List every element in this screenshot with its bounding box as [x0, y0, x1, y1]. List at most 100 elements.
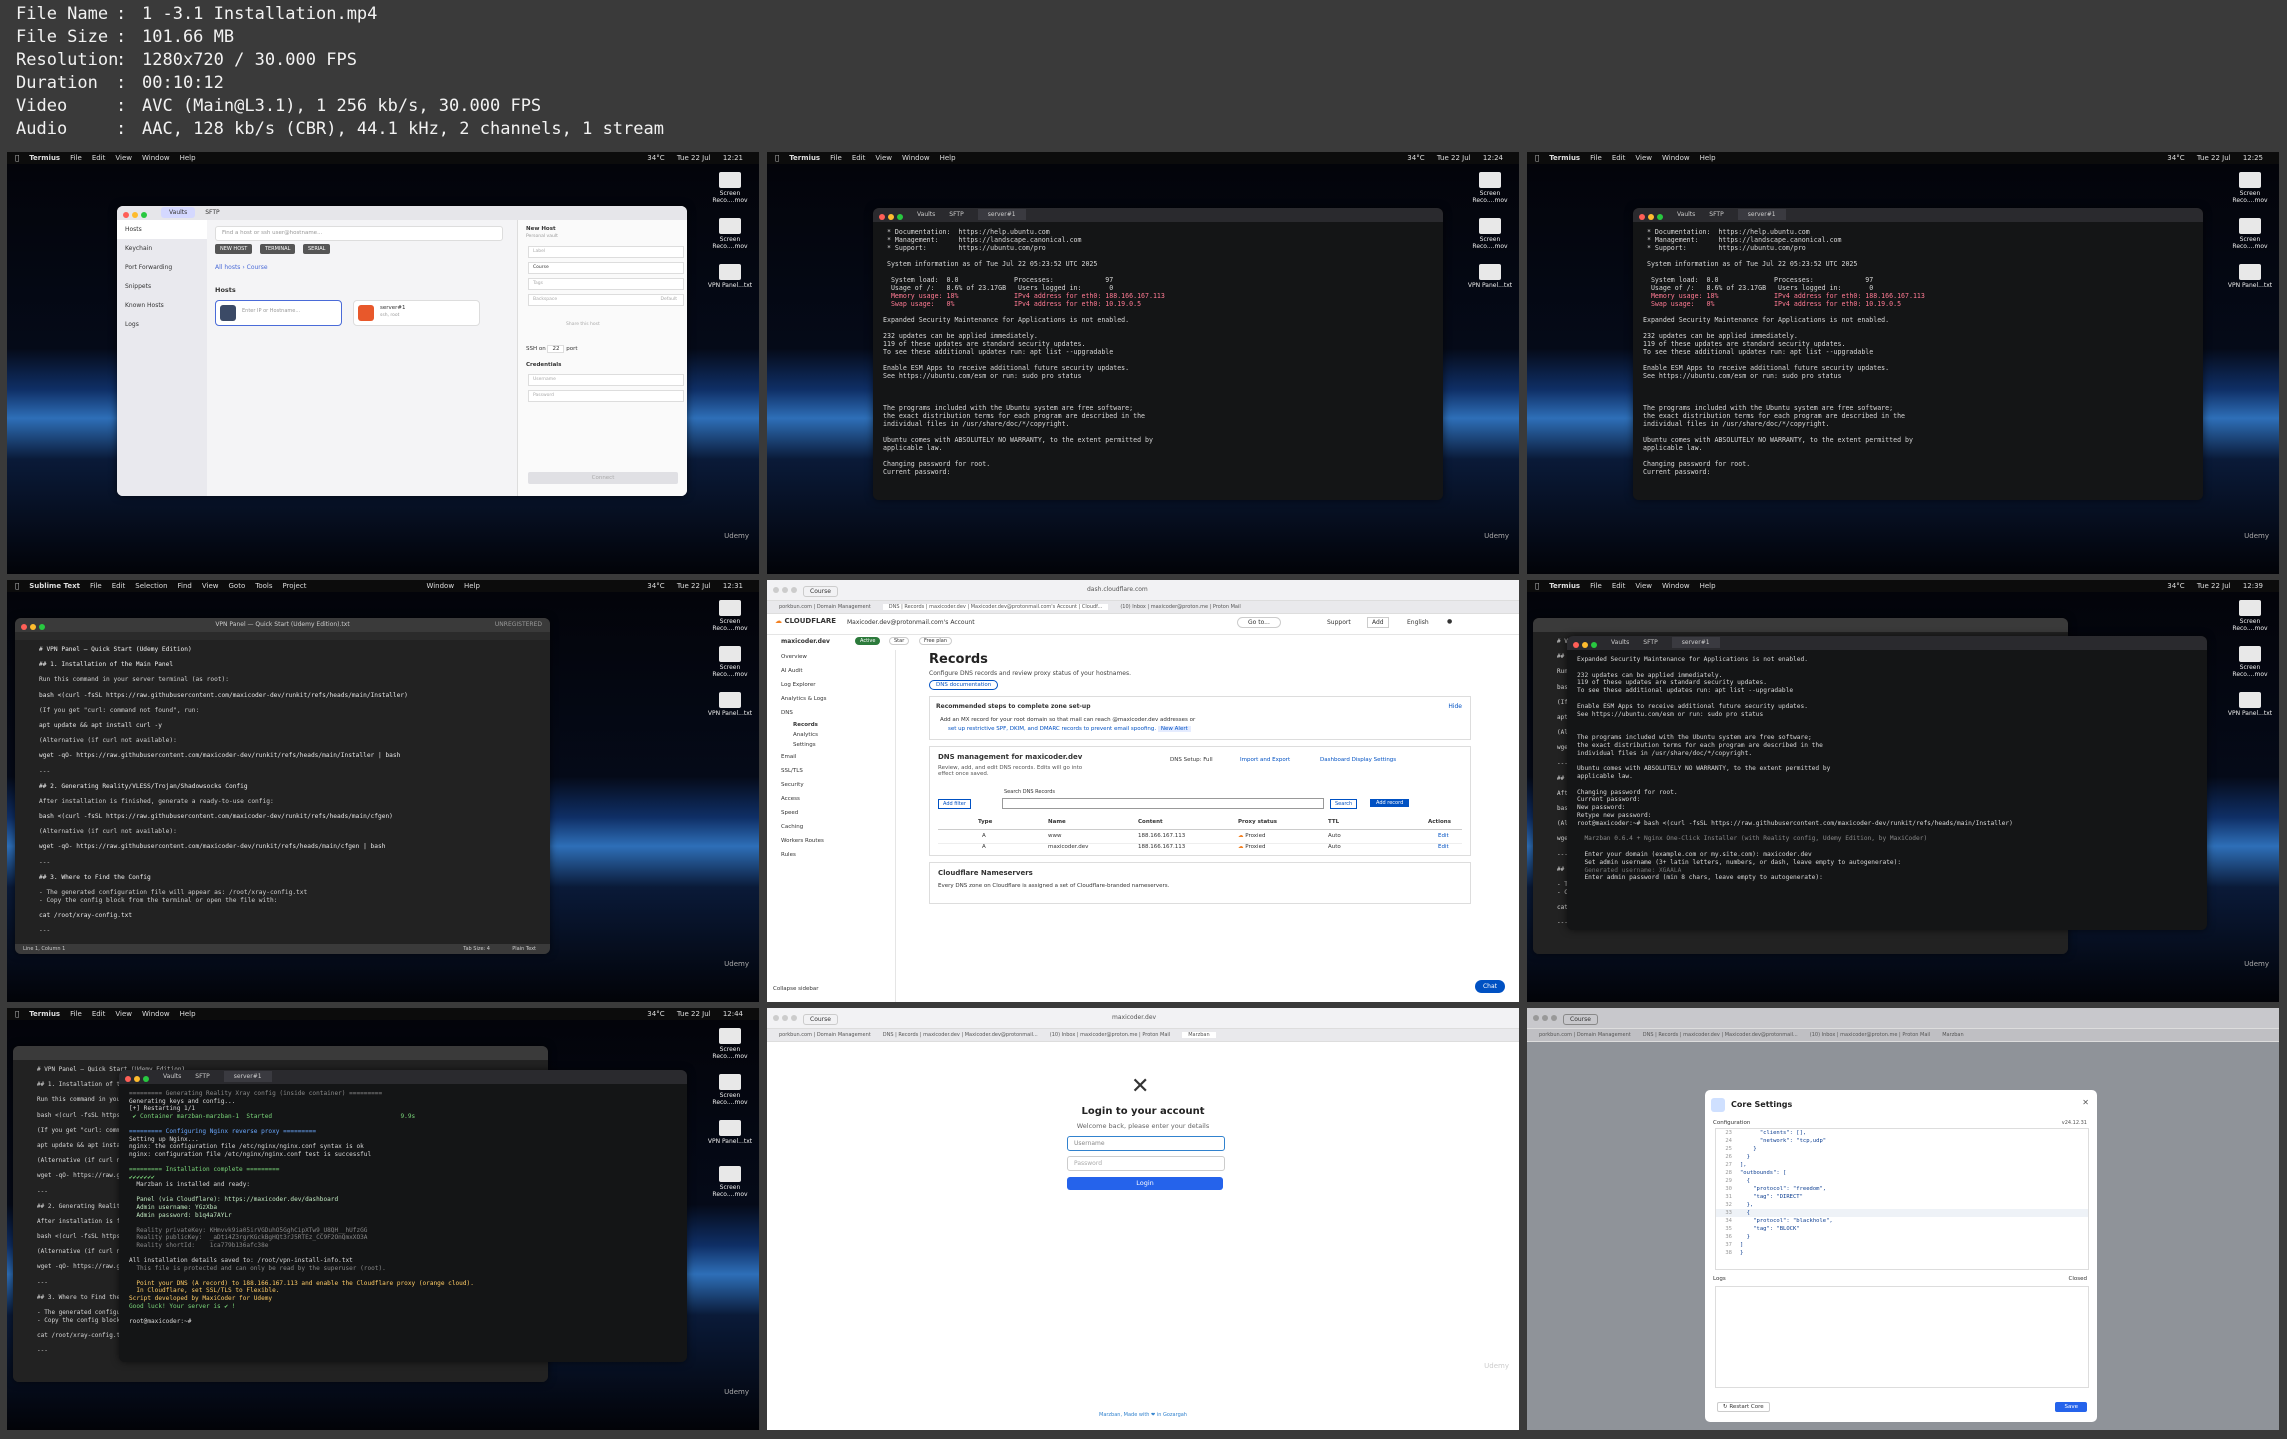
add-menu[interactable]: Add [1367, 617, 1389, 628]
tab-sftp[interactable]: SFTP [1643, 639, 1657, 646]
desktop-file-icon[interactable]: Screen Reco....mov [707, 1028, 753, 1068]
import-export-menu[interactable]: Import and Export [1240, 757, 1290, 763]
sidebar-item[interactable]: Access [767, 792, 895, 806]
sidebar-item[interactable]: Analytics [767, 730, 895, 740]
spf-link[interactable]: set up restrictive SPF, DKIM, and DMARC … [948, 726, 1191, 732]
sidebar-item[interactable]: Log Explorer [767, 678, 895, 692]
tab-vaults[interactable]: Vaults [1611, 639, 1629, 646]
group-field[interactable]: Course [528, 262, 684, 274]
tab-vaults[interactable]: Vaults [161, 207, 196, 218]
sidebar-item-logs[interactable]: Logs [117, 315, 207, 334]
table-row[interactable]: Awww 188.166.167.113 ☁ Proxied Auto Edit [938, 833, 1462, 844]
sidebar-item[interactable]: Security [767, 778, 895, 792]
terminal-output[interactable]: * Documentation: https://help.ubuntu.com… [1633, 222, 2203, 500]
host-card[interactable]: Enter IP or Hostname... [215, 300, 342, 326]
tab-group[interactable]: Course [803, 1014, 838, 1025]
add-record-button[interactable]: Add record [1370, 799, 1410, 807]
tab-vaults[interactable]: Vaults [163, 1073, 181, 1080]
desktop-file-icon[interactable]: VPN Panel...txt [707, 1120, 753, 1160]
tab-server[interactable]: server#1 [223, 1071, 272, 1082]
login-button[interactable]: Login [1067, 1177, 1223, 1190]
tags-field[interactable]: Tags [528, 278, 684, 290]
desktop-file-icon[interactable]: Screen Reco....mov [2227, 172, 2273, 212]
password-field[interactable]: Password [528, 390, 684, 402]
config-editor[interactable]: 23 "clients": [], 24 "network": "tcp,udp"… [1715, 1128, 2089, 1270]
add-filter-button[interactable]: Add filter [938, 799, 971, 809]
sidebar-item-known-hosts[interactable]: Known Hosts [117, 296, 207, 315]
tab-sftp[interactable]: SFTP [195, 1073, 209, 1080]
close-icon[interactable]: ✕ [2082, 1098, 2089, 1107]
desktop-file-icon[interactable]: Screen Reco....mov [707, 646, 753, 686]
browser-tab[interactable]: (10) Inbox | maxicoder@proton.me | Proto… [1120, 604, 1240, 610]
tab-group[interactable]: Course [803, 586, 838, 597]
sidebar-item[interactable]: Overview [767, 650, 895, 664]
logs-panel[interactable] [1715, 1286, 2089, 1388]
password-input[interactable]: Password [1067, 1156, 1225, 1171]
browser-tab[interactable]: DNS | Records | maxicoder.dev | Maxicode… [883, 1032, 1038, 1038]
username-field[interactable]: Username [528, 374, 684, 386]
edit-link[interactable]: Edit [1438, 833, 1449, 839]
desktop-file-icon[interactable]: Screen Reco....mov [707, 1166, 753, 1206]
search-input[interactable]: Find a host or ssh user@hostname... [215, 226, 503, 241]
sidebar-item-hosts[interactable]: Hosts [117, 220, 207, 239]
dns-documentation-button[interactable]: DNS documentation [929, 680, 999, 690]
account-name[interactable]: Maxicoder.dev@protonmail.com's Account [847, 619, 975, 626]
browser-tab[interactable]: porkbun.com | Domain Management [779, 604, 871, 610]
browser-tab[interactable]: porkbun.com | Domain Management [1539, 1032, 1631, 1038]
sidebar-item-port-forwarding[interactable]: Port Forwarding [117, 258, 207, 277]
desktop-file-icon[interactable]: Screen Reco....mov [1467, 218, 1513, 258]
host-card[interactable]: server#1 ssh, root [353, 300, 480, 326]
tab-sftp[interactable]: SFTP [949, 211, 963, 218]
sidebar-item[interactable]: Caching [767, 820, 895, 834]
port-field[interactable]: 22 [547, 345, 565, 353]
desktop-file-icon[interactable]: VPN Panel...txt [2227, 692, 2273, 732]
user-icon[interactable]: ● [1447, 618, 1452, 625]
desktop-file-icon[interactable]: Screen Reco....mov [2227, 218, 2273, 258]
chat-button[interactable]: Chat [1474, 980, 1505, 993]
desktop-file-icon[interactable]: VPN Panel...txt [1467, 264, 1513, 304]
desktop-file-icon[interactable]: VPN Panel...txt [707, 264, 753, 304]
tab-server[interactable]: server#1 [1737, 209, 1786, 220]
desktop-file-icon[interactable]: Screen Reco....mov [707, 218, 753, 258]
hide-link[interactable]: Hide [1448, 703, 1462, 710]
desktop-file-icon[interactable]: Screen Reco....mov [2227, 646, 2273, 686]
browser-tab-active[interactable]: Marzban [1942, 1032, 1963, 1038]
language-menu[interactable]: English [1407, 619, 1429, 626]
editor-text[interactable]: # VPN Panel — Quick Start (Udemy Edition… [15, 640, 550, 948]
save-button[interactable]: Save [2055, 1402, 2087, 1412]
star-button[interactable]: Star [889, 637, 910, 645]
search-button[interactable]: Search [1330, 799, 1358, 809]
desktop-file-icon[interactable]: Screen Reco....mov [707, 172, 753, 212]
terminal-output[interactable]: Expanded Security Maintenance for Applic… [1567, 650, 2207, 930]
address-bar[interactable]: dash.cloudflare.com [1087, 586, 1148, 593]
terminal-button[interactable]: TERMINAL [259, 244, 296, 254]
tab-sftp[interactable]: SFTP [205, 209, 219, 216]
restart-core-button[interactable]: ↻ Restart Core [1717, 1402, 1770, 1412]
goto-search[interactable]: Go to... [1237, 617, 1281, 628]
edit-link[interactable]: Edit [1438, 844, 1449, 850]
dns-search-input[interactable] [1002, 798, 1324, 809]
sidebar-item[interactable]: Rules [767, 848, 895, 862]
sidebar-item[interactable]: Analytics & Logs [767, 692, 895, 706]
browser-tab[interactable]: DNS | Records | maxicoder.dev | Maxicode… [1643, 1032, 1798, 1038]
zone-name[interactable]: maxicoder.dev [781, 638, 830, 645]
tab-server[interactable]: server#1 [977, 209, 1026, 220]
tab-group[interactable]: Course [1563, 1014, 1598, 1025]
browser-tab[interactable]: (10) Inbox | maxicoder@proton.me | Proto… [1050, 1032, 1170, 1038]
desktop-file-icon[interactable]: VPN Panel...txt [2227, 264, 2273, 304]
terminal-output[interactable]: ========= Generating Reality Xray config… [119, 1084, 687, 1362]
terminal-output[interactable]: * Documentation: https://help.ubuntu.com… [873, 222, 1443, 500]
sidebar-item[interactable]: Email [767, 750, 895, 764]
cloudflare-logo[interactable]: ☁ CLOUDFLARE [775, 617, 836, 625]
sidebar-item[interactable]: Settings [767, 740, 895, 750]
username-input[interactable]: Username [1067, 1136, 1225, 1151]
connect-button[interactable]: Connect [528, 472, 678, 484]
desktop-file-icon[interactable]: VPN Panel...txt [707, 692, 753, 732]
table-row[interactable]: Amaxicoder.dev 188.166.167.113 ☁ Proxied Au… [938, 844, 1462, 854]
browser-tab[interactable]: (10) Inbox | maxicoder@proton.me | Proto… [1810, 1032, 1930, 1038]
label-field[interactable]: Label [528, 246, 684, 258]
tab-server[interactable]: server#1 [1671, 637, 1720, 648]
tab-vaults[interactable]: Vaults [1677, 211, 1695, 218]
desktop-file-icon[interactable]: Screen Reco....mov [707, 1074, 753, 1114]
tab-sftp[interactable]: SFTP [1709, 211, 1723, 218]
